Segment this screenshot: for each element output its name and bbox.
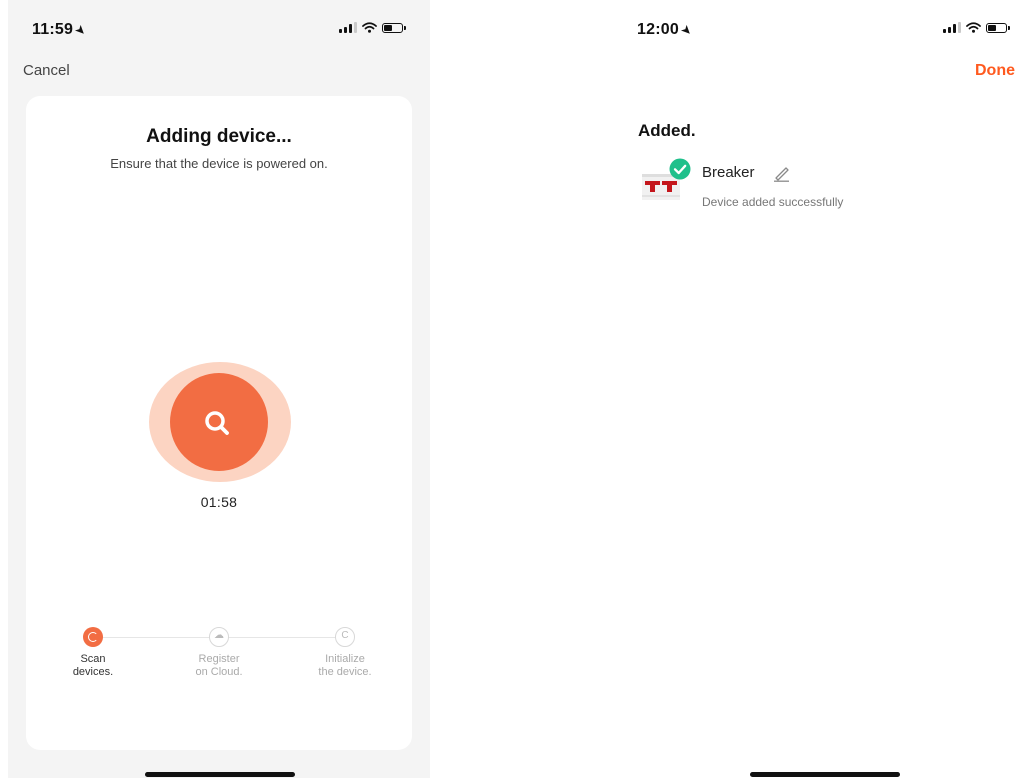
page-title: Adding device... (146, 126, 292, 147)
device-status: Device added successfully (702, 195, 844, 209)
refresh-icon (83, 627, 103, 647)
adding-device-card: Adding device... Ensure that the device … (26, 96, 412, 750)
location-arrow-icon: ➤ (678, 23, 694, 39)
edit-pencil-icon[interactable] (772, 164, 792, 182)
cloud-icon: ☁ (209, 627, 229, 647)
search-icon (205, 411, 229, 435)
device-thumbnail (640, 158, 691, 202)
status-icons (339, 22, 406, 33)
done-button[interactable]: Done (975, 62, 1015, 80)
status-bar: 11:59➤ (8, 0, 430, 58)
step-initialize-device: C Initialize the device. (300, 627, 390, 679)
step-scan-devices: Scan devices. (48, 627, 138, 679)
device-added-screen: 12:00➤ Done Added. Breaker Device added … (612, 0, 1021, 778)
check-badge-icon (669, 158, 691, 180)
countdown-timer: 01:58 (200, 494, 238, 510)
step-label: Register on Cloud. (195, 653, 243, 678)
home-indicator[interactable] (750, 772, 900, 777)
cancel-button[interactable]: Cancel (23, 62, 70, 79)
cellular-signal-icon (943, 22, 961, 33)
cellular-signal-icon (339, 22, 357, 33)
status-time-text: 12:00 (637, 21, 679, 38)
status-time-text: 11:59 (32, 21, 74, 38)
step-label: Initialize the device. (318, 653, 372, 678)
home-indicator[interactable] (145, 772, 295, 777)
battery-icon (986, 22, 1010, 33)
power-hint: Ensure that the device is powered on. (110, 156, 328, 171)
status-bar: 12:00➤ (612, 0, 1021, 58)
section-title: Added. (638, 121, 696, 140)
step-register-cloud: ☁ Register on Cloud. (174, 627, 264, 679)
step-label: Scan devices. (72, 653, 114, 678)
scan-animation (147, 362, 293, 482)
wifi-icon (966, 22, 981, 33)
initialize-icon: C (335, 627, 355, 647)
status-time: 12:00➤ (637, 21, 694, 39)
location-arrow-icon: ➤ (72, 23, 88, 39)
battery-icon (382, 22, 406, 33)
status-time: 11:59➤ (32, 21, 88, 39)
device-name: Breaker (702, 164, 755, 181)
status-icons (943, 22, 1010, 33)
wifi-icon (362, 22, 377, 33)
adding-device-screen: 11:59➤ Cancel Adding device... Ensure th… (8, 0, 430, 778)
